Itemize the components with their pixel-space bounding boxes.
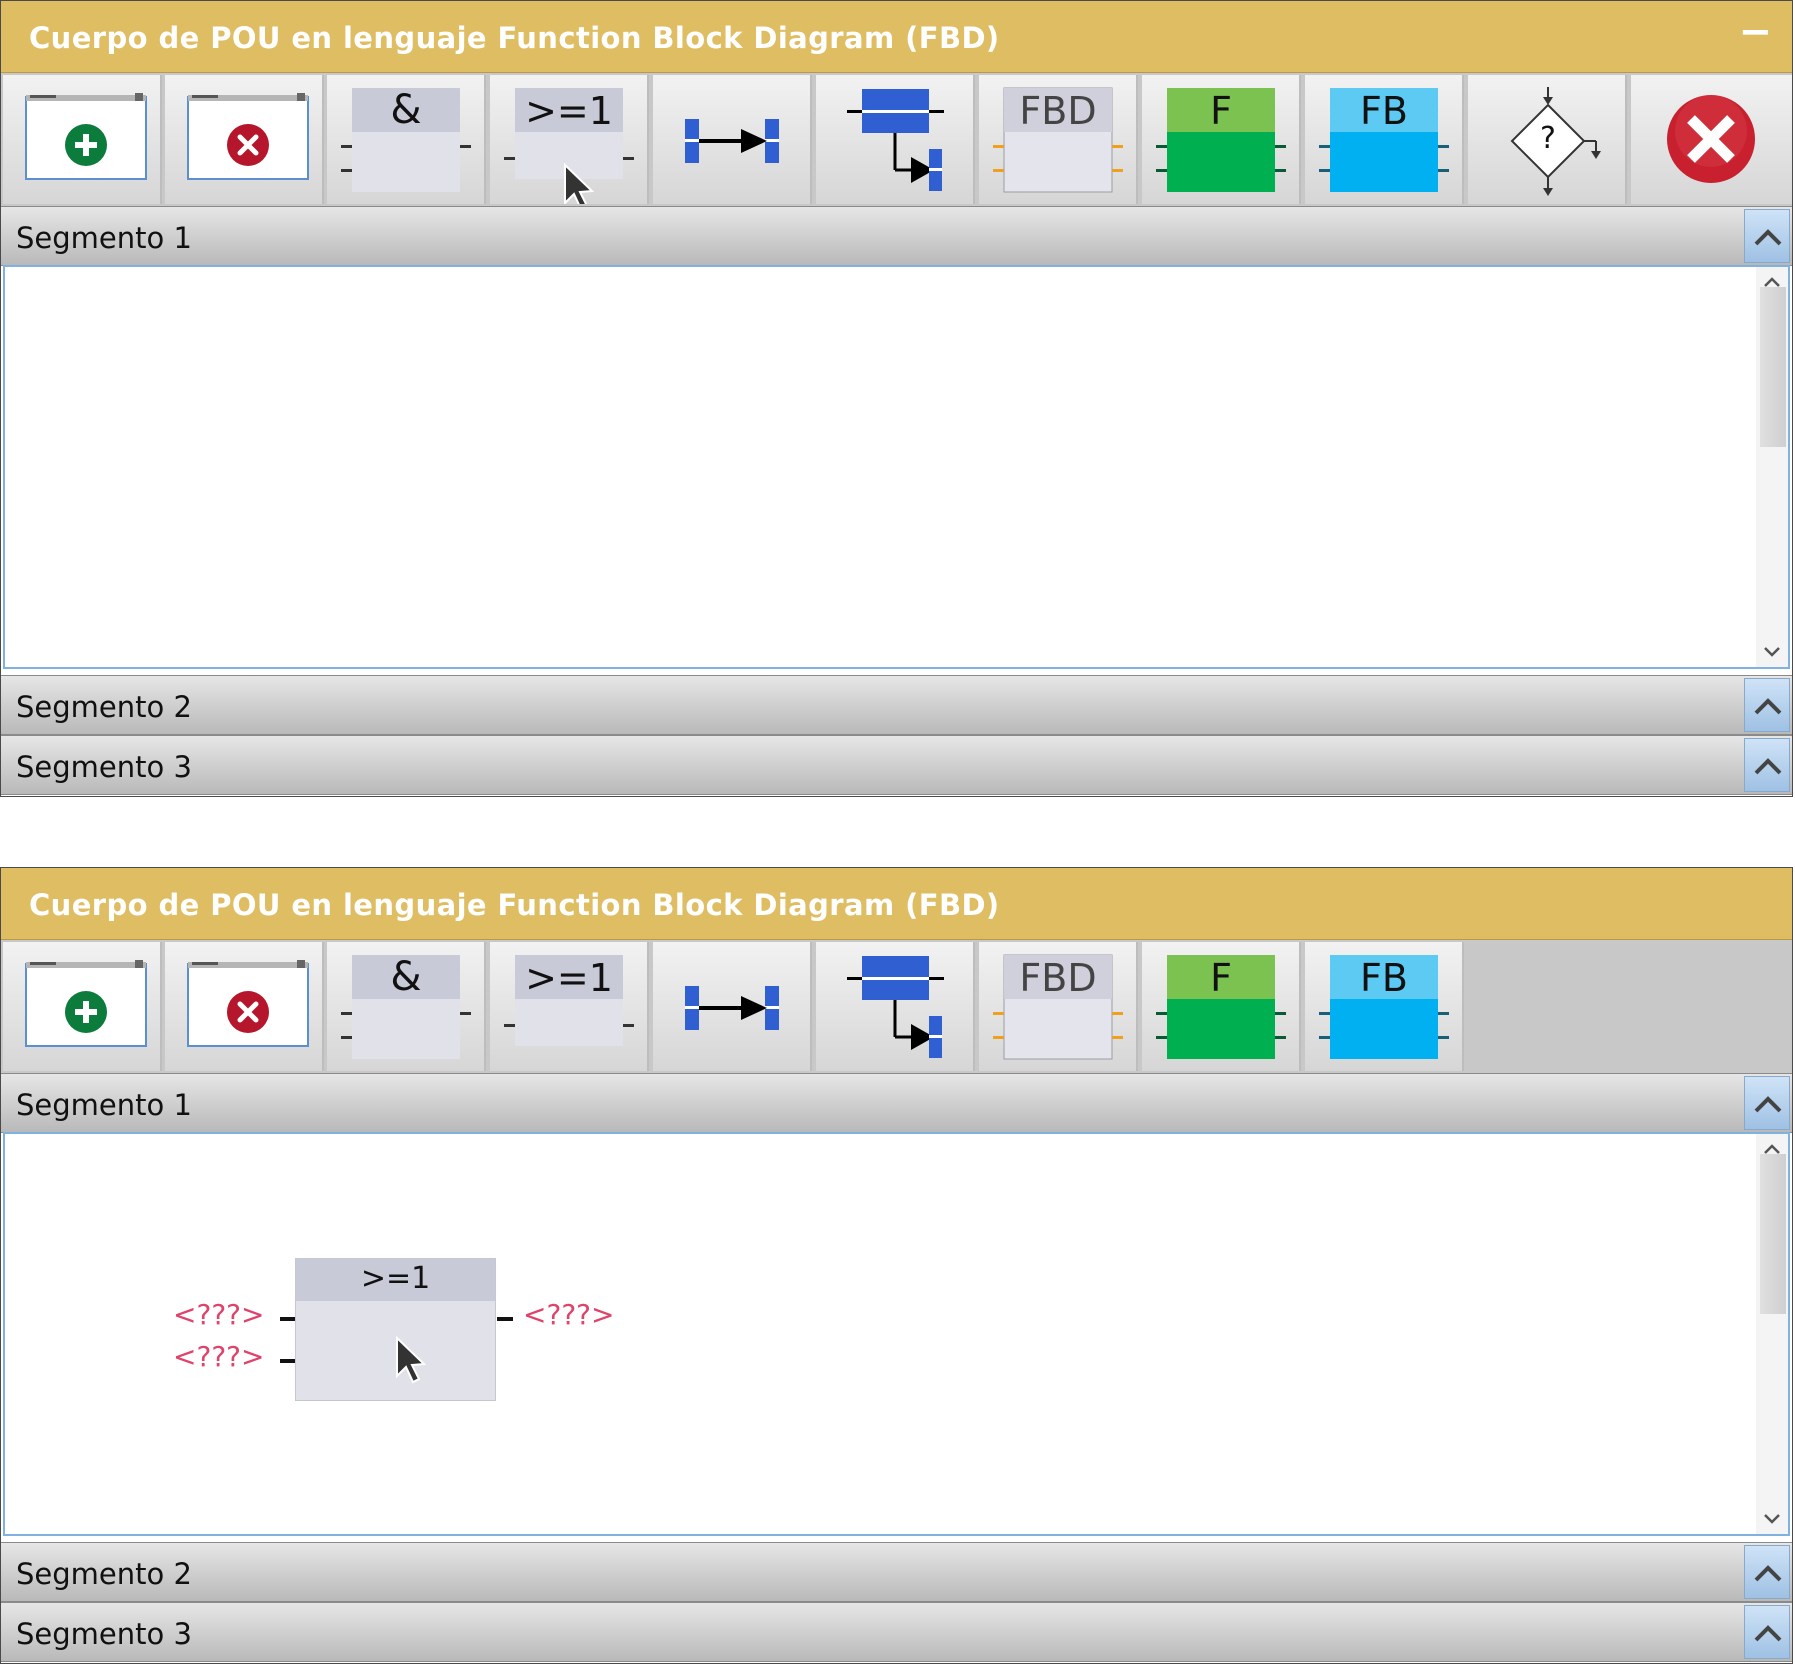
segment-collapse-button[interactable] — [1744, 1076, 1790, 1130]
assignment-arrow-icon — [685, 986, 779, 1030]
remove-segment-icon — [187, 93, 309, 180]
or-block-label: >=1 — [525, 956, 613, 1000]
input-1-pin — [280, 1317, 296, 1321]
add-segment-button[interactable] — [3, 942, 162, 1071]
scroll-down-arrow-icon[interactable] — [1756, 641, 1788, 663]
segment-2-header[interactable]: Segmento 2 — [1, 675, 1792, 735]
remove-segment-icon — [187, 960, 309, 1047]
close-editor-button[interactable] — [1631, 75, 1792, 204]
close-red-x-icon — [1667, 95, 1755, 183]
and-block-button[interactable]: & — [327, 75, 486, 204]
segment-1-canvas[interactable] — [3, 265, 1790, 669]
segment-collapse-button[interactable] — [1744, 678, 1790, 732]
panel-title: Cuerpo de POU en lenguaje Function Block… — [29, 21, 1000, 55]
branch-button[interactable] — [816, 75, 975, 204]
function-block-button[interactable]: FB — [1305, 75, 1464, 204]
segment-2-header[interactable]: Segmento 2 — [1, 1542, 1792, 1602]
add-segment-button[interactable] — [3, 75, 162, 204]
function-label: F — [1210, 956, 1232, 1000]
add-segment-icon — [25, 93, 147, 180]
branch-icon — [847, 89, 944, 191]
or-block-button[interactable]: >=1 — [490, 942, 649, 1071]
function-block-button[interactable]: FB — [1305, 942, 1464, 1071]
output-operand[interactable]: <???> — [523, 1298, 615, 1331]
fbd-toolbar: & >=1 — [1, 940, 1792, 1074]
vertical-scrollbar[interactable] — [1756, 267, 1788, 667]
segment-label: Segmento 3 — [16, 1617, 192, 1651]
scrollbar-thumb[interactable] — [1760, 287, 1786, 447]
condition-button[interactable]: ? — [1468, 75, 1627, 204]
segment-label: Segmento 2 — [16, 1557, 192, 1591]
segment-collapse-button[interactable] — [1744, 1605, 1790, 1659]
branch-icon — [847, 956, 944, 1058]
remove-segment-button[interactable] — [165, 75, 324, 204]
segment-collapse-button[interactable] — [1744, 738, 1790, 792]
segment-3-header[interactable]: Segmento 3 — [1, 735, 1792, 795]
or-block[interactable]: >=1 — [295, 1258, 496, 1401]
segment-collapse-button[interactable] — [1744, 1545, 1790, 1599]
add-segment-icon — [25, 960, 147, 1047]
panel-title-bar: Cuerpo de POU en lenguaje Function Block… — [1, 868, 1792, 940]
scrollbar-thumb[interactable] — [1760, 1154, 1786, 1314]
fbd-block-button[interactable]: FBD — [979, 75, 1138, 204]
function-button[interactable]: F — [1142, 75, 1301, 204]
mouse-cursor-icon — [396, 1335, 427, 1384]
and-block-label: & — [390, 954, 422, 1000]
fbd-block-button[interactable]: FBD — [979, 942, 1138, 1071]
function-button[interactable]: F — [1142, 942, 1301, 1071]
panel-title-bar: Cuerpo de POU en lenguaje Function Block… — [1, 1, 1792, 73]
segment-1-header[interactable]: Segmento 1 — [1, 206, 1792, 266]
assignment-button[interactable] — [653, 942, 812, 1071]
segment-collapse-button[interactable] — [1744, 209, 1790, 263]
output-pin — [497, 1317, 513, 1321]
segment-1-header[interactable]: Segmento 1 — [1, 1073, 1792, 1133]
input-1-operand[interactable]: <???> — [173, 1298, 265, 1331]
scroll-down-arrow-icon[interactable] — [1756, 1508, 1788, 1530]
segment-label: Segmento 1 — [16, 1088, 192, 1122]
and-block-label: & — [390, 87, 422, 133]
and-block-button[interactable]: & — [327, 942, 486, 1071]
input-2-pin — [280, 1359, 296, 1363]
remove-segment-button[interactable] — [165, 942, 324, 1071]
chevron-up-icon — [1754, 698, 1782, 715]
fbd-editor-panel-2: Cuerpo de POU en lenguaje Function Block… — [0, 867, 1793, 1664]
fbd-editor-panel-1: Cuerpo de POU en lenguaje Function Block… — [0, 0, 1793, 797]
fbd-block-label: FBD — [1019, 89, 1097, 133]
fbd-block-label: FBD — [1019, 956, 1097, 1000]
assignment-arrow-icon — [685, 119, 779, 163]
branch-button[interactable] — [816, 942, 975, 1071]
vertical-scrollbar[interactable] — [1756, 1134, 1788, 1534]
function-label: F — [1210, 89, 1232, 133]
function-block-label: FB — [1360, 89, 1408, 133]
or-block-button[interactable]: >=1 — [490, 75, 649, 204]
panel-title: Cuerpo de POU en lenguaje Function Block… — [29, 888, 1000, 922]
condition-label: ? — [1540, 121, 1556, 156]
chevron-up-icon — [1754, 1625, 1782, 1642]
function-block-label: FB — [1360, 956, 1408, 1000]
minimize-button[interactable]: − — [1738, 7, 1772, 57]
mouse-cursor-icon — [564, 162, 595, 204]
assignment-button[interactable] — [653, 75, 812, 204]
segment-3-header[interactable]: Segmento 3 — [1, 1602, 1792, 1662]
segment-label: Segmento 1 — [16, 221, 192, 255]
segment-label: Segmento 3 — [16, 750, 192, 784]
segment-label: Segmento 2 — [16, 690, 192, 724]
chevron-up-icon — [1754, 758, 1782, 775]
chevron-up-icon — [1754, 1565, 1782, 1582]
segment-1-canvas[interactable]: <???> <???> >=1 <???> — [3, 1132, 1790, 1536]
chevron-up-icon — [1754, 1096, 1782, 1113]
fbd-toolbar: & >=1 — [1, 73, 1792, 207]
chevron-up-icon — [1754, 229, 1782, 246]
input-2-operand[interactable]: <???> — [173, 1340, 265, 1373]
